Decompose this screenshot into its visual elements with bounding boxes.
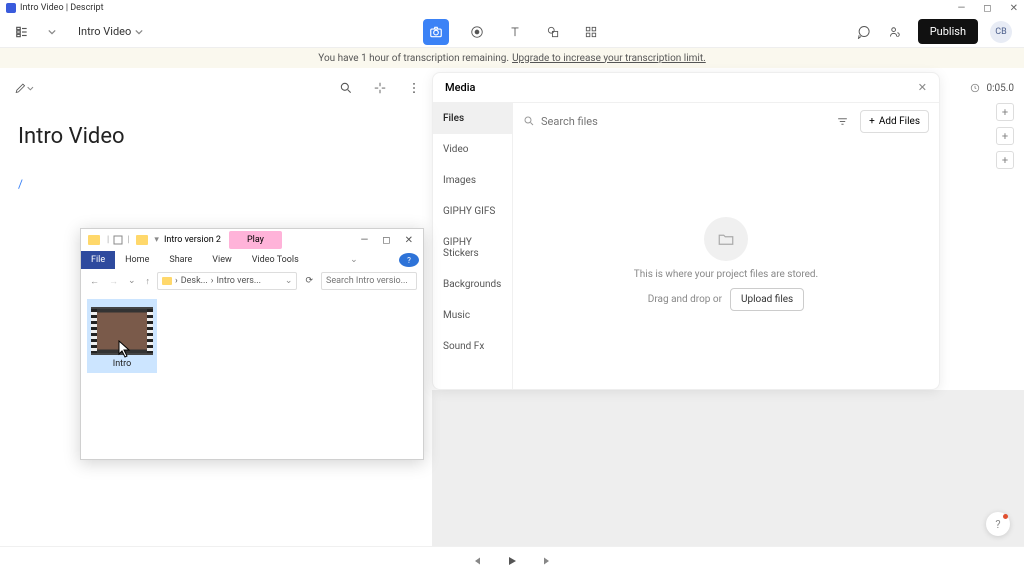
nav-forward-icon[interactable]: → (106, 276, 121, 287)
explorer-search-input[interactable] (326, 276, 412, 286)
comment-icon[interactable] (854, 22, 874, 42)
nav-recent-icon[interactable]: ⌄ (125, 276, 139, 286)
nav-back-icon[interactable]: ← (87, 276, 102, 287)
explorer-close-icon[interactable]: ✕ (405, 235, 413, 246)
checkbox-icon[interactable] (113, 235, 123, 245)
notice-text: You have 1 hour of transcription remaini… (318, 53, 509, 64)
record-icon[interactable] (467, 22, 487, 42)
add-files-button[interactable]: +Add Files (860, 110, 929, 133)
media-cat-giphy-gifs[interactable]: GIPHY GIFS (433, 196, 512, 227)
add-track-button-1[interactable]: + (996, 103, 1014, 121)
camera-icon[interactable] (423, 19, 449, 45)
ribbon-collapse-icon[interactable]: ⌄ (340, 251, 368, 269)
media-search-input[interactable] (541, 115, 824, 128)
media-cat-music[interactable]: Music (433, 300, 512, 331)
win-maximize-icon[interactable]: ◻ (983, 3, 991, 14)
refresh-icon[interactable]: ⟳ (301, 276, 317, 286)
mouse-cursor (118, 340, 132, 358)
menu-icon[interactable] (12, 22, 32, 42)
window-title: Intro Video | Descript (20, 3, 104, 13)
explorer-tab-view[interactable]: View (202, 251, 241, 269)
add-track-button-3[interactable]: + (996, 151, 1014, 169)
share-icon[interactable] (886, 22, 906, 42)
file-label: Intro (89, 359, 155, 369)
media-drop-text: Drag and drop or (648, 294, 722, 305)
upload-files-button[interactable]: Upload files (730, 288, 804, 311)
project-selector[interactable]: Intro Video (72, 21, 149, 42)
explorer-tab-share[interactable]: Share (159, 251, 202, 269)
help-icon[interactable]: ? (399, 253, 419, 267)
publish-button[interactable]: Publish (918, 19, 978, 44)
media-cat-images[interactable]: Images (433, 165, 512, 196)
explorer-play-tab[interactable]: Play (229, 231, 282, 249)
app-icon (6, 3, 16, 13)
search-icon (523, 115, 535, 127)
media-cat-giphy-stickers[interactable]: GIPHY Stickers (433, 227, 512, 269)
explorer-tab-file[interactable]: File (81, 251, 115, 269)
media-title: Media (445, 81, 475, 94)
shapes-icon[interactable] (543, 22, 563, 42)
folder-icon (136, 235, 148, 245)
page-title: Intro Video (18, 124, 414, 149)
add-track-button-2[interactable]: + (996, 127, 1014, 145)
media-panel: Media ✕ Files Video Images GIPHY GIFS GI… (432, 72, 940, 390)
notice-link[interactable]: Upgrade to increase your transcription l… (512, 53, 706, 64)
explorer-maximize-icon[interactable]: ◻ (382, 235, 390, 246)
clock-icon (970, 83, 980, 93)
pen-icon[interactable] (14, 78, 34, 98)
duration-label: 0:05.0 (986, 83, 1014, 94)
more-icon[interactable] (404, 78, 424, 98)
explorer-minimize-icon[interactable]: — (360, 235, 368, 246)
folder-icon (704, 217, 748, 261)
explorer-title: Intro version 2 (164, 235, 221, 245)
sparkle-icon[interactable] (370, 78, 390, 98)
skip-back-icon[interactable] (470, 552, 482, 571)
media-cat-files[interactable]: Files (433, 103, 512, 134)
file-item-intro[interactable]: Intro (87, 299, 157, 373)
media-close-icon[interactable]: ✕ (918, 81, 927, 94)
explorer-tab-home[interactable]: Home (115, 251, 159, 269)
dropdown-icon[interactable] (42, 22, 62, 42)
grid-icon[interactable] (581, 22, 601, 42)
media-empty-text: This is where your project files are sto… (634, 269, 818, 280)
avatar[interactable]: CB (990, 21, 1012, 43)
media-cat-soundfx[interactable]: Sound Fx (433, 331, 512, 362)
media-cat-backgrounds[interactable]: Backgrounds (433, 269, 512, 300)
win-close-icon[interactable]: ✕ (1010, 3, 1018, 14)
search-icon[interactable] (336, 78, 356, 98)
project-name: Intro Video (78, 25, 131, 38)
media-cat-video[interactable]: Video (433, 134, 512, 165)
folder-icon (162, 277, 172, 285)
help-bubble[interactable]: ? (986, 512, 1010, 536)
nav-up-icon[interactable]: ↑ (143, 276, 154, 287)
editor-caret[interactable]: / (18, 177, 414, 191)
skip-forward-icon[interactable] (542, 552, 554, 571)
play-icon[interactable] (506, 552, 518, 571)
win-minimize-icon[interactable]: — (957, 3, 965, 14)
text-icon[interactable] (505, 22, 525, 42)
explorer-tab-videotools[interactable]: Video Tools (242, 251, 309, 269)
filter-icon[interactable] (832, 111, 852, 131)
folder-icon (88, 235, 100, 245)
breadcrumb[interactable]: › Desk... › Intro vers... ⌄ (157, 272, 297, 290)
